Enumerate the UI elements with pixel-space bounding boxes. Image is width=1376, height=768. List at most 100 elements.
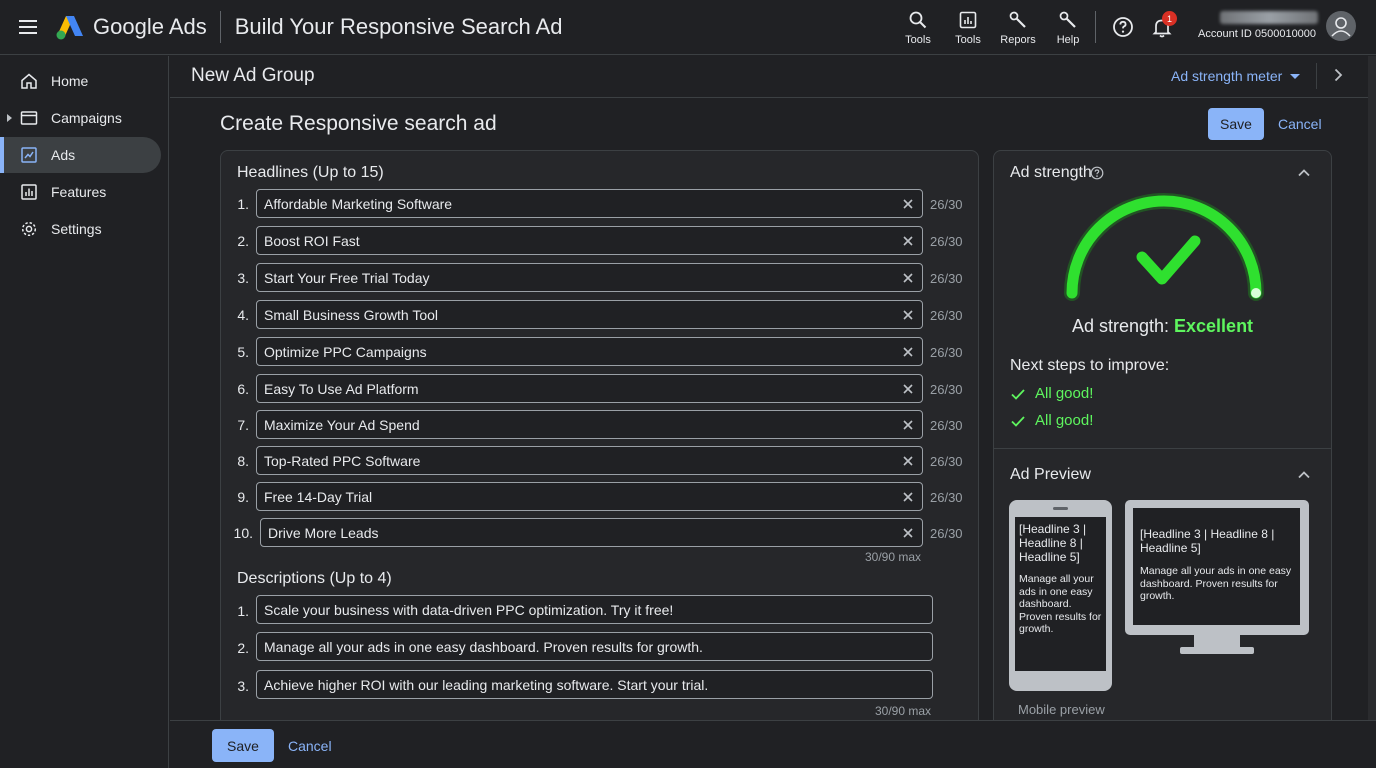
- campaigns-icon: [20, 111, 38, 125]
- next-step-text: All good!: [1035, 412, 1094, 429]
- ad-strength-meter-label: Ad strength meter: [1171, 68, 1283, 84]
- footer-cancel-button[interactable]: Cancel: [288, 738, 332, 754]
- mobile-preview-headline: [Headline 3 | Headline 8 | Headline 5]: [1019, 522, 1087, 564]
- description-text: Manage all your ads in one easy dashboar…: [264, 638, 703, 655]
- headline-input-2[interactable]: Boost ROI Fast: [256, 226, 923, 255]
- headline-text: Boost ROI Fast: [264, 232, 360, 249]
- headline-text: Drive More Leads: [268, 524, 379, 541]
- brand-name: Google Ads: [93, 14, 207, 39]
- headline-char-count: 26/30: [930, 234, 963, 249]
- ad-strength-gauge: [1064, 193, 1264, 301]
- headlines-max-note: 30/90 max: [865, 550, 922, 564]
- help-button[interactable]: Help: [1043, 0, 1093, 55]
- sidebar-item-label: Campaigns: [51, 110, 122, 126]
- save-button[interactable]: Save: [1208, 108, 1264, 140]
- desktop-preview[interactable]: [Headline 3 | Headline 8 | Headline 5] M…: [1125, 500, 1309, 635]
- topbar-divider: [219, 11, 221, 43]
- features-icon: [21, 184, 37, 200]
- page-heading: Build Your Responsive Search Ad: [234, 14, 563, 39]
- headline-input-10[interactable]: Drive More Leads: [260, 518, 923, 547]
- headline-text: Top-Rated PPC Software: [264, 452, 421, 469]
- sidebar-item-features[interactable]: Features: [0, 174, 161, 210]
- help-label: Help: [1056, 33, 1080, 46]
- close-icon[interactable]: [902, 272, 914, 284]
- ad-strength-meter-dropdown[interactable]: Ad strength meter: [1171, 68, 1301, 84]
- headline-input-5[interactable]: Optimize PPC Campaigns: [256, 337, 923, 366]
- ad-strength-heading: Ad strength: [1010, 164, 1092, 181]
- close-icon[interactable]: [902, 455, 914, 467]
- expand-caret-icon[interactable]: [7, 114, 12, 122]
- help-circle-icon[interactable]: [1090, 166, 1104, 180]
- tools-reports-button[interactable]: Tools: [943, 0, 993, 55]
- chevron-up-icon[interactable]: [1297, 166, 1311, 180]
- description-text: Achieve higher ROI with our leading mark…: [264, 676, 709, 693]
- tools-label: Tools: [905, 33, 931, 46]
- scrollbar[interactable]: [1368, 56, 1376, 720]
- google-ads-logo[interactable]: Google Ads: [56, 14, 207, 40]
- ads-icon: [21, 147, 37, 163]
- footer-action-bar: Save Cancel: [170, 720, 1376, 768]
- headline-text: Maximize Your Ad Spend: [264, 416, 420, 433]
- sidebar-item-label: Features: [51, 184, 107, 200]
- headline-input-8[interactable]: Top-Rated PPC Software: [256, 446, 923, 475]
- description-input-2[interactable]: Manage all your ads in one easy dashboar…: [256, 632, 933, 661]
- descriptions-title: Descriptions (Up to 4): [237, 570, 392, 587]
- phone-speaker: [1053, 507, 1068, 510]
- chevron-right-icon[interactable]: [1330, 67, 1346, 83]
- desktop-preview-description: Manage all your ads in one easy dashboar…: [1140, 565, 1292, 602]
- cancel-button[interactable]: Cancel: [1278, 116, 1322, 132]
- wrench-icon: [1009, 11, 1026, 28]
- headline-number: 6.: [237, 381, 249, 397]
- headline-input-6[interactable]: Easy To Use Ad Platform: [256, 374, 923, 403]
- sidebar-item-campaigns[interactable]: Campaigns: [0, 100, 161, 136]
- description-text: Scale your business with data-driven PPC…: [264, 601, 674, 618]
- sidebar-item-ads[interactable]: Ads: [0, 137, 161, 173]
- description-input-3[interactable]: Achieve higher ROI with our leading mark…: [256, 670, 933, 699]
- headline-number: 10.: [233, 525, 253, 541]
- sidebar-item-settings[interactable]: Settings: [0, 211, 161, 247]
- headline-input-9[interactable]: Free 14-Day Trial: [256, 482, 923, 511]
- user-avatar-icon: [1331, 17, 1351, 37]
- chevron-up-icon[interactable]: [1297, 468, 1311, 482]
- panel-divider: [994, 448, 1331, 449]
- close-icon[interactable]: [902, 419, 914, 431]
- descriptions-max-note: 30/90 max: [875, 704, 932, 718]
- monitor-stand: [1194, 635, 1240, 647]
- reports-label: Repors: [1000, 33, 1036, 46]
- ad-strength-label: Ad strength:: [1071, 316, 1169, 336]
- headline-text: Affordable Marketing Software: [264, 195, 453, 212]
- sidebar-item-home[interactable]: Home: [0, 63, 161, 99]
- headline-number: 3.: [237, 270, 249, 286]
- close-icon[interactable]: [902, 309, 914, 321]
- tools-label-2: Tools: [955, 33, 981, 46]
- footer-save-button[interactable]: Save: [212, 729, 274, 762]
- menu-icon[interactable]: [0, 0, 56, 55]
- page-title: Create Responsive search ad: [220, 112, 497, 135]
- sidebar-item-label: Home: [51, 73, 89, 89]
- headline-text: Optimize PPC Campaigns: [264, 343, 427, 360]
- close-icon[interactable]: [902, 235, 914, 247]
- close-icon[interactable]: [902, 491, 914, 503]
- headline-text: Free 14-Day Trial: [264, 488, 373, 505]
- desktop-preview-screen: [Headline 3 | Headline 8 | Headline 5] M…: [1133, 508, 1300, 625]
- close-icon[interactable]: [902, 198, 914, 210]
- avatar[interactable]: [1326, 11, 1356, 41]
- close-icon[interactable]: [902, 383, 914, 395]
- description-input-1[interactable]: Scale your business with data-driven PPC…: [256, 595, 933, 624]
- headline-char-count: 26/30: [930, 271, 963, 286]
- reports-button[interactable]: Repors: [993, 0, 1043, 55]
- help-circle-icon[interactable]: [1111, 15, 1135, 39]
- reports-chart-icon: [959, 11, 977, 28]
- close-icon[interactable]: [902, 527, 914, 539]
- headline-input-3[interactable]: Start Your Free Trial Today: [256, 263, 923, 292]
- close-icon[interactable]: [902, 346, 914, 358]
- headline-char-count: 26/30: [930, 382, 963, 397]
- tools-button[interactable]: Tools: [893, 0, 943, 55]
- ad-preview-heading: Ad Preview: [1010, 466, 1091, 483]
- check-icon: [1011, 388, 1025, 400]
- mobile-preview[interactable]: [Headline 3 | Headline 8 | Headline 5] M…: [1009, 500, 1112, 691]
- headline-input-1[interactable]: Affordable Marketing Software: [256, 189, 923, 218]
- headline-input-4[interactable]: Small Business Growth Tool: [256, 300, 923, 329]
- monitor-base: [1180, 647, 1254, 654]
- headline-input-7[interactable]: Maximize Your Ad Spend: [256, 410, 923, 439]
